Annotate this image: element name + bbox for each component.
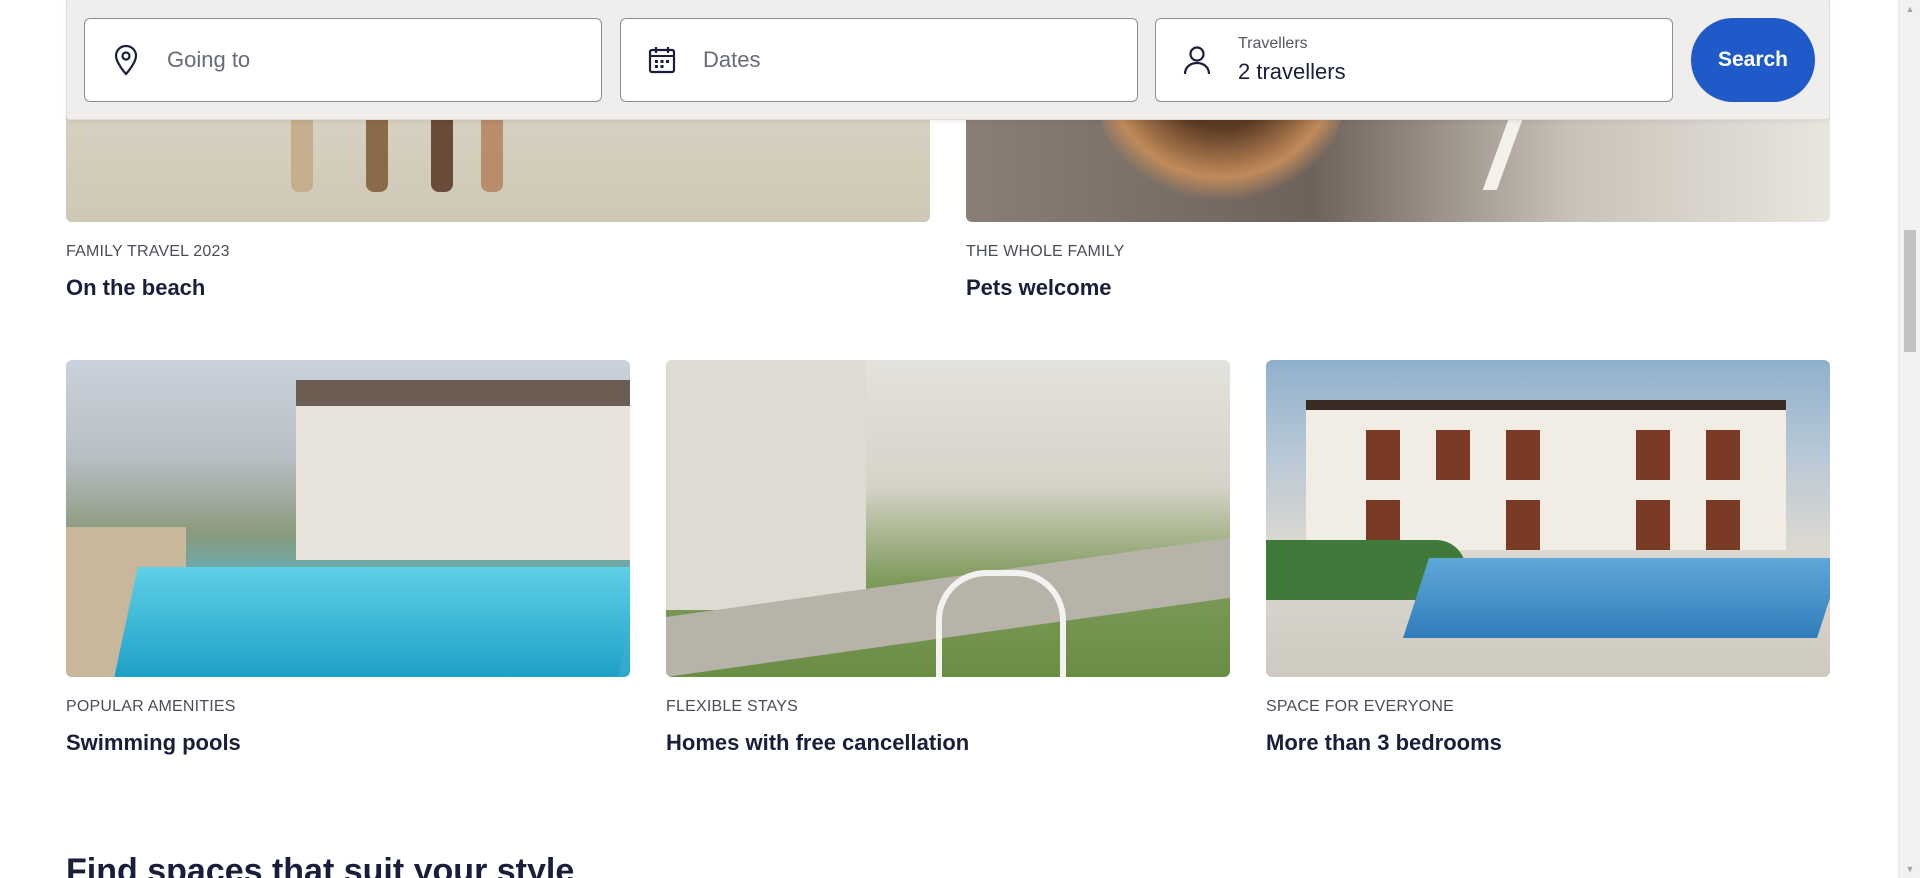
house-photo	[296, 380, 630, 560]
villa-window	[1706, 430, 1740, 480]
villa-window	[1506, 500, 1540, 550]
map-pin-icon	[111, 44, 141, 76]
person-icon	[1182, 45, 1212, 75]
dates-field[interactable]: Dates	[620, 18, 1138, 102]
card-eyebrow: POPULAR AMENITIES	[66, 698, 236, 715]
card-eyebrow: SPACE FOR EVERYONE	[1266, 698, 1454, 715]
swimming-pools-card-image[interactable]	[66, 360, 630, 677]
building-photo	[666, 360, 866, 610]
travellers-field[interactable]: Travellers 2 travellers	[1155, 18, 1673, 102]
free-cancellation-card-image[interactable]	[666, 360, 1230, 677]
card-title-free-cancellation[interactable]: Homes with free cancellation	[666, 730, 969, 756]
dates-placeholder: Dates	[703, 47, 761, 72]
scroll-down-arrow-icon[interactable]: ▼	[1899, 860, 1920, 878]
garden-gate	[936, 570, 1066, 677]
card-title-more-than-3-bedrooms[interactable]: More than 3 bedrooms	[1266, 730, 1502, 756]
villa-window	[1506, 430, 1540, 480]
section-heading: Find spaces that suit your style	[66, 852, 575, 878]
travellers-value: 2 travellers	[1238, 59, 1346, 84]
card-title-on-the-beach[interactable]: On the beach	[66, 275, 205, 301]
pool-water	[114, 567, 630, 677]
travellers-text: Travellers 2 travellers	[1238, 35, 1346, 85]
card-eyebrow: FLEXIBLE STAYS	[666, 698, 799, 715]
travellers-label: Travellers	[1238, 35, 1308, 52]
villa-window	[1706, 500, 1740, 550]
villa-photo	[1306, 400, 1786, 550]
card-eyebrow: THE WHOLE FAMILY	[966, 243, 1125, 260]
card-title-pets-welcome[interactable]: Pets welcome	[966, 275, 1112, 301]
villa-window	[1436, 430, 1470, 480]
page-scrollbar[interactable]: ▲ ▼	[1898, 0, 1920, 878]
search-bar: Going to Dates Travellers 2 travellers S…	[66, 0, 1830, 120]
villa-window	[1366, 430, 1400, 480]
scrollbar-thumb[interactable]	[1904, 230, 1916, 352]
destination-placeholder: Going to	[167, 47, 251, 72]
destination-field[interactable]: Going to	[84, 18, 602, 102]
scroll-up-arrow-icon[interactable]: ▲	[1899, 0, 1920, 18]
card-title-swimming-pools[interactable]: Swimming pools	[66, 730, 241, 756]
bedrooms-card-image[interactable]	[1266, 360, 1830, 677]
villa-window	[1636, 430, 1670, 480]
villa-window	[1636, 500, 1670, 550]
villa-pool	[1403, 558, 1830, 638]
calendar-icon	[647, 45, 677, 75]
search-button[interactable]: Search	[1691, 18, 1815, 102]
card-eyebrow: FAMILY TRAVEL 2023	[66, 243, 230, 260]
